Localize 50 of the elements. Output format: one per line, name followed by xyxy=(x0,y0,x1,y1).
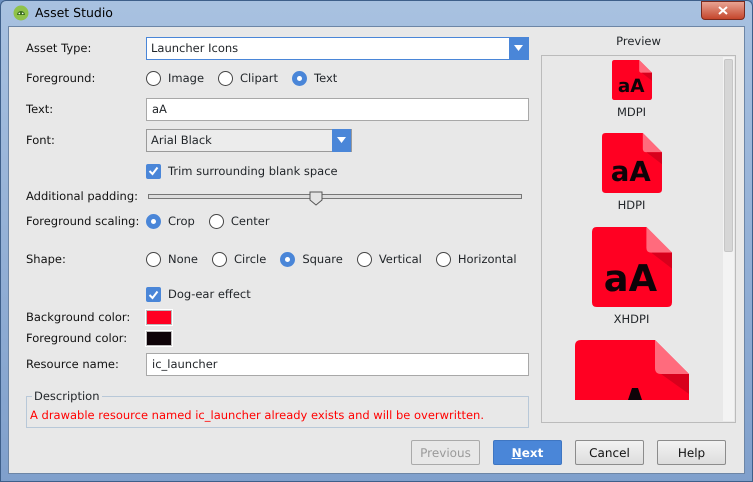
checkmark-icon xyxy=(148,166,159,176)
field-label: Font: xyxy=(26,132,56,149)
radio-option[interactable]: Image xyxy=(146,70,204,88)
radio-option[interactable]: None xyxy=(146,251,198,268)
field-label: Text: xyxy=(26,100,54,118)
field-label: Additional padding: xyxy=(26,188,139,206)
window-title: Asset Studio xyxy=(35,4,113,22)
app-icon: aA xyxy=(602,133,662,194)
text-field[interactable]: aA xyxy=(146,98,529,121)
dropdown[interactable]: Launcher Icons xyxy=(146,36,529,60)
app-icon xyxy=(574,340,688,400)
density-label: XHDPI xyxy=(614,310,650,328)
preview-title: Preview xyxy=(616,32,661,50)
close-button[interactable] xyxy=(701,1,745,20)
dialog-button[interactable]: Cancel xyxy=(575,440,644,465)
density-label: HDPI xyxy=(618,197,646,214)
field-label: Background color: xyxy=(26,308,132,326)
radio-option[interactable]: Text xyxy=(292,70,338,88)
color-swatch[interactable] xyxy=(146,330,172,346)
radio-option[interactable]: Square xyxy=(280,251,343,268)
app-icon: aA xyxy=(612,60,652,100)
radio-option[interactable]: Circle xyxy=(212,251,266,268)
caret-icon xyxy=(514,45,523,52)
scrollbar-thumb[interactable] xyxy=(724,59,733,252)
radio-option[interactable]: Center xyxy=(208,213,270,230)
field-label: Shape: xyxy=(26,251,67,268)
checkbox-option[interactable]: Trim surrounding blank space xyxy=(146,162,338,180)
radio-option[interactable]: Clipart xyxy=(218,70,278,88)
radio-option[interactable]: Horizontal xyxy=(436,251,517,268)
density-label: MDPI xyxy=(616,104,646,121)
android-logo-icon xyxy=(13,5,29,22)
checkbox-option[interactable]: Dog-ear effect xyxy=(146,286,251,304)
close-icon xyxy=(718,6,728,15)
dialog-button[interactable]: Help xyxy=(657,440,726,465)
field-label: Asset Type: xyxy=(26,40,92,57)
caret-icon xyxy=(337,137,346,144)
dialog-button[interactable]: Next xyxy=(493,440,562,465)
radio-option[interactable]: Vertical xyxy=(356,251,422,268)
text-field[interactable]: ic_launcher xyxy=(146,352,529,376)
radio-option[interactable]: Crop xyxy=(146,213,195,230)
warning-message: A drawable resource named ic_launcher already exists and will be overwritten. xyxy=(30,406,485,424)
app-icon: aA xyxy=(592,226,672,306)
checkmark-icon xyxy=(148,290,159,300)
color-swatch[interactable] xyxy=(146,310,172,325)
field-label: Foreground scaling: xyxy=(26,213,140,230)
dropdown[interactable]: Arial Black xyxy=(146,128,352,152)
field-label: Resource name: xyxy=(26,356,120,373)
field-label: Foreground color: xyxy=(26,330,128,347)
field-label: Foreground: xyxy=(26,70,96,88)
slider-thumb[interactable] xyxy=(309,189,324,204)
